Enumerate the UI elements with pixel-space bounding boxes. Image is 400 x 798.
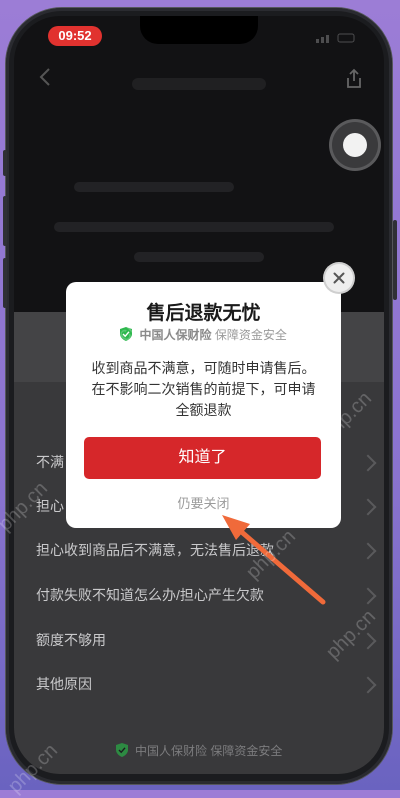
annotation-arrow [222,515,326,605]
